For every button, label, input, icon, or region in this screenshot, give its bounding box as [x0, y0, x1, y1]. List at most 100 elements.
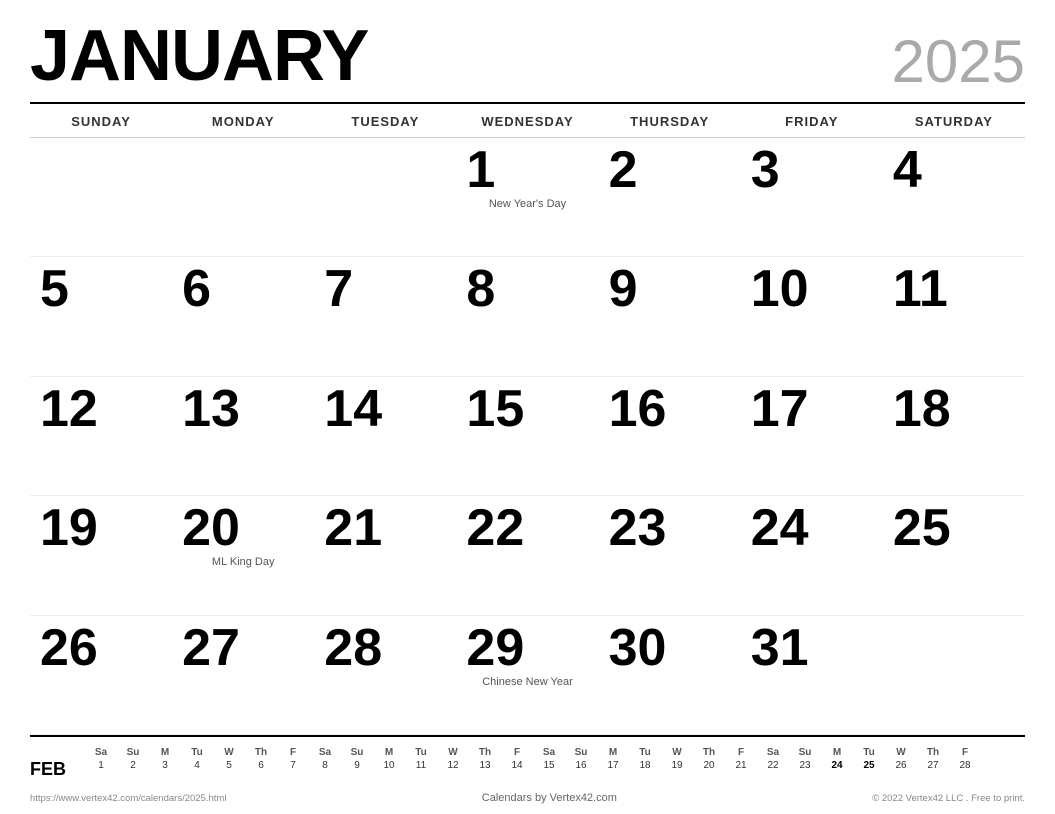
cell-date-number: 8 — [466, 263, 495, 315]
calendar-cell: 10 — [741, 257, 883, 376]
mini-day-header: Tu — [629, 747, 661, 758]
cell-date-number: 9 — [609, 263, 638, 315]
mini-day-header: Sa — [85, 747, 117, 758]
calendar-grid: 1New Year's Day2345678910111213141516171… — [30, 137, 1025, 735]
mini-day-cell: 25 — [853, 758, 885, 773]
calendar-cell: 18 — [883, 377, 1025, 496]
mini-day-cell: 28 — [949, 758, 981, 773]
cell-date-number: 11 — [893, 263, 948, 315]
cell-date-number: 23 — [609, 502, 667, 554]
mini-day-cell: 7 — [277, 758, 309, 773]
calendar-cell — [30, 138, 172, 257]
mini-day-cell: 13 — [469, 758, 501, 773]
mini-day-header: Sa — [757, 747, 789, 758]
mini-day-header: Tu — [405, 747, 437, 758]
cell-date-number: 30 — [609, 622, 667, 674]
day-header-tue: TUESDAY — [314, 110, 456, 133]
mini-day-header: M — [597, 747, 629, 758]
calendar-cell: 8 — [456, 257, 598, 376]
mini-day-cell: 14 — [501, 758, 533, 773]
cell-date-number: 7 — [324, 263, 353, 315]
cell-date-number: 20 — [182, 502, 240, 554]
cell-date-number: 12 — [40, 383, 98, 435]
day-header-thu: THURSDAY — [599, 110, 741, 133]
calendar-cell: 11 — [883, 257, 1025, 376]
year-title: 2025 — [892, 32, 1025, 92]
cell-date-number: 17 — [751, 383, 809, 435]
mini-day-cell: 18 — [629, 758, 661, 773]
header-row: JANUARY 2025 — [30, 20, 1025, 92]
calendar-cell: 26 — [30, 616, 172, 735]
cell-event-label: ML King Day — [182, 556, 304, 568]
mini-day-cell: 10 — [373, 758, 405, 773]
mini-day-header: Su — [117, 747, 149, 758]
mini-day-cell: 27 — [917, 758, 949, 773]
cell-event-label: Chinese New Year — [466, 676, 588, 688]
cell-date-number: 15 — [466, 383, 524, 435]
calendar-cell: 17 — [741, 377, 883, 496]
calendar-cell: 12 — [30, 377, 172, 496]
cell-event-label: New Year's Day — [466, 198, 588, 210]
mini-day-header: F — [725, 747, 757, 758]
cell-date-number: 21 — [324, 502, 382, 554]
day-header-sat: SATURDAY — [883, 110, 1025, 133]
calendar-cell: 5 — [30, 257, 172, 376]
cell-date-number: 25 — [893, 502, 951, 554]
mini-day-cell: 6 — [245, 758, 277, 773]
mini-day-header: Sa — [533, 747, 565, 758]
mini-day-header: W — [437, 747, 469, 758]
footer: https://www.vertex42.com/calendars/2025.… — [30, 786, 1025, 804]
cell-date-number: 24 — [751, 502, 809, 554]
mini-day-cell: 16 — [565, 758, 597, 773]
cell-date-number: 10 — [751, 263, 809, 315]
calendar-cell: 23 — [599, 496, 741, 615]
cell-date-number: 22 — [466, 502, 524, 554]
mini-days-row: 1234567891011121314151617181920212223242… — [85, 758, 1025, 773]
mini-day-header: W — [213, 747, 245, 758]
mini-day-cell: 11 — [405, 758, 437, 773]
calendar-container: JANUARY 2025 SUNDAY MONDAY TUESDAY WEDNE… — [0, 0, 1055, 814]
calendar-cell: 16 — [599, 377, 741, 496]
day-header-wed: WEDNESDAY — [456, 110, 598, 133]
mini-day-cell: 9 — [341, 758, 373, 773]
calendar-cell — [172, 138, 314, 257]
cell-date-number: 18 — [893, 383, 951, 435]
mini-day-cell: 4 — [181, 758, 213, 773]
calendar-cell: 21 — [314, 496, 456, 615]
mini-day-cell: 24 — [821, 758, 853, 773]
mini-day-header: M — [821, 747, 853, 758]
mini-month-label: FEB — [30, 759, 75, 780]
mini-day-header: Tu — [853, 747, 885, 758]
mini-days-header-row: SaSuMTuWThFSaSuMTuWThFSaSuMTuWThFSaSuMTu… — [85, 747, 1025, 758]
cell-date-number: 19 — [40, 502, 98, 554]
mini-day-cell: 23 — [789, 758, 821, 773]
footer-left: https://www.vertex42.com/calendars/2025.… — [30, 793, 226, 804]
cell-date-number: 26 — [40, 622, 98, 674]
mini-day-header: Su — [789, 747, 821, 758]
mini-day-cell: 26 — [885, 758, 917, 773]
calendar-cell: 31 — [741, 616, 883, 735]
cell-date-number: 2 — [609, 144, 638, 196]
mini-day-cell: 12 — [437, 758, 469, 773]
day-header-fri: FRIDAY — [741, 110, 883, 133]
mini-day-cell: 15 — [533, 758, 565, 773]
calendar-cell — [883, 616, 1025, 735]
mini-day-header: M — [149, 747, 181, 758]
mini-day-header: W — [885, 747, 917, 758]
calendar-cell — [314, 138, 456, 257]
calendar-cell: 13 — [172, 377, 314, 496]
mini-day-cell: 1 — [85, 758, 117, 773]
mini-day-header: F — [277, 747, 309, 758]
month-title: JANUARY — [30, 20, 368, 92]
cell-date-number: 28 — [324, 622, 382, 674]
calendar-cell: 25 — [883, 496, 1025, 615]
mini-day-header: Su — [341, 747, 373, 758]
cell-date-number: 4 — [893, 144, 922, 196]
cell-date-number: 14 — [324, 383, 382, 435]
calendar-cell: 9 — [599, 257, 741, 376]
mini-day-header: F — [949, 747, 981, 758]
calendar-cell: 28 — [314, 616, 456, 735]
calendar-cell: 22 — [456, 496, 598, 615]
calendar-cell: 29Chinese New Year — [456, 616, 598, 735]
mini-day-header: F — [501, 747, 533, 758]
